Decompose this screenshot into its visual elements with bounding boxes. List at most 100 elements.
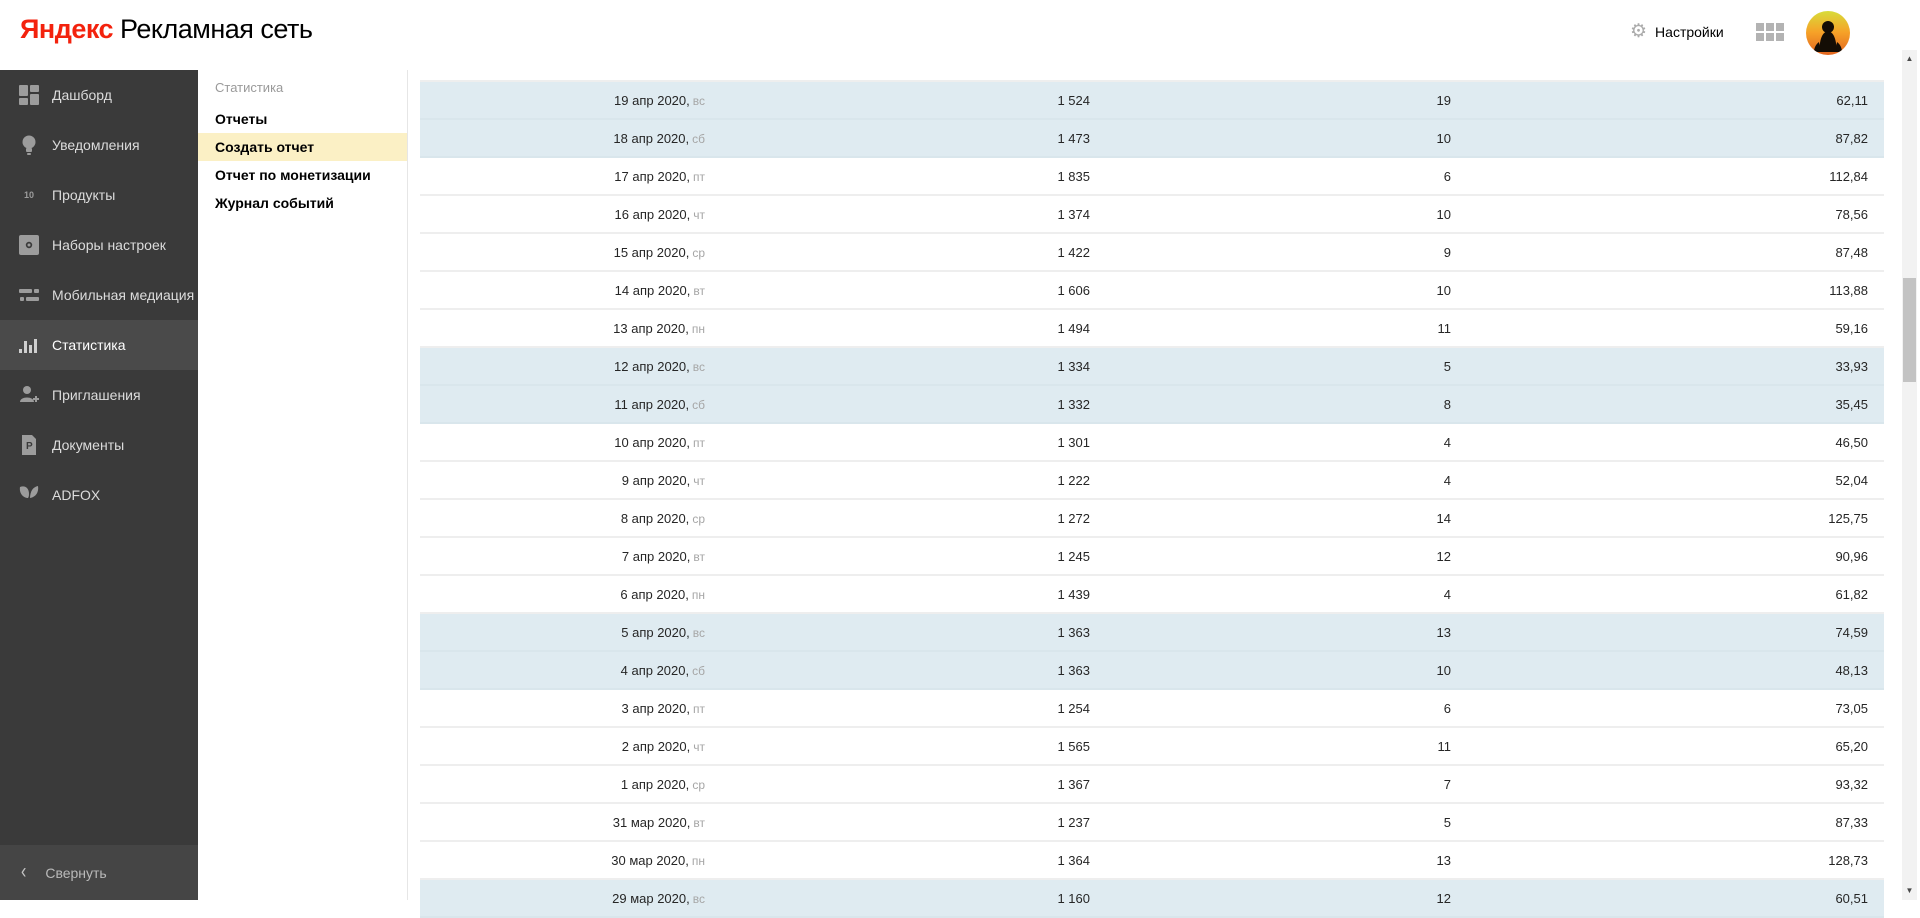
row-dow: вс — [692, 359, 705, 374]
subnav-item-monetization-report[interactable]: Отчет по монетизации — [198, 161, 407, 189]
row-metric: 13 — [1436, 624, 1451, 640]
collapse-sidebar-button[interactable]: ‹ Свернуть — [0, 845, 198, 900]
row-metric: 6 — [1443, 168, 1451, 184]
row-dow: сб — [692, 131, 705, 146]
row-dow: пн — [691, 587, 705, 602]
lightbulb-icon — [17, 133, 41, 157]
row-dow: чт — [693, 739, 705, 754]
row-dow: вт — [693, 283, 705, 298]
row-value: 59,16 — [1835, 320, 1868, 336]
logo-product: Рекламная сеть — [113, 14, 313, 44]
row-impressions: 1 422 — [1057, 244, 1090, 260]
row-metric: 5 — [1443, 358, 1451, 374]
sidebar-item-label: Наборы настроек — [52, 237, 166, 253]
vertical-scrollbar[interactable]: ▲ ▼ — [1902, 50, 1917, 900]
sidebar-item-products[interactable]: 10 Продукты — [0, 170, 198, 220]
sidebar-item-invitations[interactable]: Приглашения — [0, 370, 198, 420]
sidebar-item-label: Документы — [52, 437, 125, 453]
row-dow: пн — [691, 853, 705, 868]
row-impressions: 1 334 — [1057, 358, 1090, 374]
scroll-down-arrow[interactable]: ▼ — [1902, 884, 1917, 898]
avatar-silhouette — [1814, 21, 1842, 52]
settings-box-icon — [17, 233, 41, 257]
row-metric: 5 — [1443, 814, 1451, 830]
row-dow: ср — [692, 245, 705, 260]
person-add-icon — [17, 383, 41, 407]
row-date: 16 апр 2020, — [614, 206, 691, 222]
sidebar-item-label: ADFOX — [52, 487, 101, 503]
table-row: 17 апр 2020, пт 1 835 6 112,84 — [420, 158, 1884, 196]
services-grid-icon[interactable] — [1756, 23, 1785, 45]
sliders-icon — [17, 283, 41, 307]
row-date: 2 апр 2020, — [621, 738, 691, 754]
row-value: 87,82 — [1835, 130, 1868, 146]
row-impressions: 1 494 — [1057, 320, 1090, 336]
row-value: 87,48 — [1835, 244, 1868, 260]
row-dow: пт — [693, 169, 705, 184]
table-row: 15 апр 2020, ср 1 422 9 87,48 — [420, 234, 1884, 272]
sidebar-item-notifications[interactable]: Уведомления — [0, 120, 198, 170]
subnav-item-event-log[interactable]: Журнал событий — [198, 189, 407, 217]
table-row: 5 апр 2020, вс 1 363 13 74,59 — [420, 614, 1884, 652]
subnav-item-reports[interactable]: Отчеты — [198, 105, 407, 133]
table-row: 7 апр 2020, вт 1 245 12 90,96 — [420, 538, 1884, 576]
row-impressions: 1 332 — [1057, 396, 1090, 412]
sidebar-item-mediation[interactable]: Мобильная медиация — [0, 270, 198, 320]
row-dow: пт — [693, 701, 705, 716]
sidebar-item-label: Статистика — [52, 337, 126, 353]
row-metric: 10 — [1436, 206, 1451, 222]
settings-button[interactable]: ⚙ Настройки — [1630, 22, 1724, 41]
row-impressions: 1 565 — [1057, 738, 1090, 754]
row-metric: 12 — [1436, 890, 1451, 906]
row-impressions: 1 301 — [1057, 434, 1090, 450]
row-date: 30 мар 2020, — [611, 852, 689, 868]
sidebar-item-label: Мобильная медиация — [52, 287, 195, 303]
table-row: 18 апр 2020, сб 1 473 10 87,82 — [420, 120, 1884, 158]
row-date: 18 апр 2020, — [613, 130, 690, 146]
table-row: 16 апр 2020, чт 1 374 10 78,56 — [420, 196, 1884, 234]
row-date: 6 апр 2020, — [620, 586, 689, 602]
sidebar-item-presets[interactable]: Наборы настроек — [0, 220, 198, 270]
row-dow: ср — [692, 777, 705, 792]
row-date: 19 апр 2020, — [614, 92, 690, 108]
row-value: 48,13 — [1835, 662, 1868, 678]
sidebar-item-dashboard[interactable]: Дашборд — [0, 70, 198, 120]
row-dow: чт — [693, 207, 705, 222]
settings-label: Настройки — [1655, 23, 1724, 40]
table-row: 1 апр 2020, ср 1 367 7 93,32 — [420, 766, 1884, 804]
yandex-logo[interactable]: Яндекс Рекламная сеть — [20, 14, 313, 45]
table-row: 8 апр 2020, ср 1 272 14 125,75 — [420, 500, 1884, 538]
row-dow: вс — [692, 93, 705, 108]
row-impressions: 1 439 — [1057, 586, 1090, 602]
row-dow: вт — [693, 549, 705, 564]
row-value: 46,50 — [1835, 434, 1868, 450]
row-dow: сб — [692, 663, 705, 678]
table-row: 6 апр 2020, пн 1 439 4 61,82 — [420, 576, 1884, 614]
adfox-icon — [17, 483, 41, 507]
row-value: 60,51 — [1835, 890, 1868, 906]
sidebar-item-documents[interactable]: Документы — [0, 420, 198, 470]
row-impressions: 1 254 — [1057, 700, 1090, 716]
row-metric: 4 — [1443, 586, 1451, 602]
row-impressions: 1 222 — [1057, 472, 1090, 488]
subnav-item-label: Отчет по монетизации — [215, 167, 371, 183]
user-avatar[interactable] — [1806, 11, 1850, 55]
bar-chart-icon — [17, 333, 41, 357]
row-impressions: 1 363 — [1057, 624, 1090, 640]
row-metric: 4 — [1443, 472, 1451, 488]
subnav-item-create-report[interactable]: Создать отчет — [198, 133, 407, 161]
row-date: 11 апр 2020, — [614, 396, 690, 412]
scrollbar-thumb[interactable] — [1903, 278, 1916, 382]
table-row: 4 апр 2020, сб 1 363 10 48,13 — [420, 652, 1884, 690]
scroll-up-arrow[interactable]: ▲ — [1902, 52, 1917, 66]
row-metric: 19 — [1436, 92, 1451, 108]
sidebar-item-adfox[interactable]: ADFOX — [0, 470, 198, 520]
circle-icon: 10 — [17, 183, 41, 207]
sidebar-item-label: Приглашения — [52, 387, 141, 403]
table-row: 13 апр 2020, пн 1 494 11 59,16 — [420, 310, 1884, 348]
row-metric: 12 — [1436, 548, 1451, 564]
table-row: 9 апр 2020, чт 1 222 4 52,04 — [420, 462, 1884, 500]
sidebar-item-statistics[interactable]: Статистика — [0, 320, 198, 370]
row-metric: 13 — [1436, 852, 1451, 868]
document-ruble-icon — [17, 433, 41, 457]
